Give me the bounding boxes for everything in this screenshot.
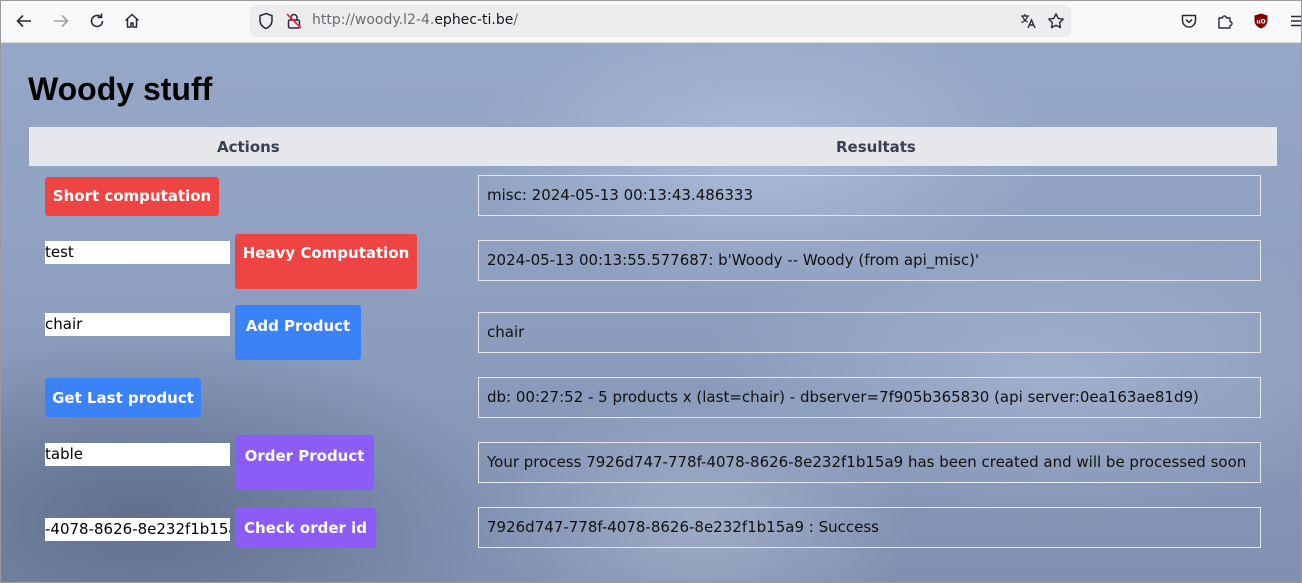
add-product-input[interactable] bbox=[45, 313, 230, 336]
order-product-button[interactable]: Order Product bbox=[235, 435, 374, 490]
heavy-computation-label: Heavy Computation bbox=[242, 244, 410, 262]
pocket-icon[interactable] bbox=[1177, 9, 1201, 33]
check-order-input[interactable] bbox=[45, 518, 230, 541]
shield-icon[interactable] bbox=[254, 9, 278, 33]
results-header: Resultats bbox=[836, 138, 916, 156]
check-order-button[interactable]: Check order id bbox=[235, 508, 376, 548]
order-product-label: Order Product bbox=[244, 447, 365, 465]
check-order-result: 7926d747-778f-4078-8626-8e232f1b15a9 : S… bbox=[478, 507, 1261, 548]
short-computation-button[interactable]: Short computation bbox=[45, 177, 219, 216]
order-product-input[interactable] bbox=[45, 443, 230, 466]
table-header: Actions Resultats bbox=[29, 127, 1277, 166]
url-text[interactable]: http://woody.l2-4.ephec-ti.be/ bbox=[312, 12, 518, 28]
forward-icon[interactable] bbox=[49, 9, 73, 33]
heavy-computation-result: 2024-05-13 00:13:55.577687: b'Woody -- W… bbox=[478, 240, 1261, 281]
page-title: Woody stuff bbox=[28, 71, 213, 107]
add-product-label: Add Product bbox=[245, 317, 351, 335]
order-product-result: Your process 7926d747-778f-4078-8626-8e2… bbox=[478, 442, 1261, 483]
url-prefix: http://woody.l2-4. bbox=[312, 12, 435, 28]
browser-window: http://woody.l2-4.ephec-ti.be/ uO Woody … bbox=[0, 0, 1302, 583]
back-icon[interactable] bbox=[12, 9, 36, 33]
get-last-product-button[interactable]: Get Last product bbox=[45, 378, 201, 417]
ublock-icon[interactable]: uO bbox=[1249, 9, 1273, 33]
browser-toolbar: http://woody.l2-4.ephec-ti.be/ uO bbox=[1, 1, 1301, 43]
url-domain: ephec-ti.be bbox=[434, 12, 514, 28]
short-computation-label: Short computation bbox=[52, 187, 212, 205]
insecure-lock-icon[interactable] bbox=[282, 9, 306, 33]
add-product-result: chair bbox=[478, 312, 1261, 353]
heavy-computation-button[interactable]: Heavy Computation bbox=[235, 234, 417, 289]
get-last-product-result: db: 00:27:52 - 5 products x (last=chair)… bbox=[478, 377, 1261, 418]
heavy-computation-input[interactable] bbox=[45, 241, 230, 264]
extensions-icon[interactable] bbox=[1213, 9, 1237, 33]
url-suffix: / bbox=[513, 12, 519, 28]
menu-icon[interactable] bbox=[1285, 9, 1301, 33]
reload-icon[interactable] bbox=[85, 9, 109, 33]
home-icon[interactable] bbox=[120, 9, 144, 33]
add-product-button[interactable]: Add Product bbox=[235, 305, 361, 360]
short-computation-result: misc: 2024-05-13 00:13:43.486333 bbox=[478, 175, 1261, 216]
svg-text:uO: uO bbox=[1256, 19, 1265, 26]
url-bar[interactable]: http://woody.l2-4.ephec-ti.be/ bbox=[250, 5, 1071, 37]
get-last-product-label: Get Last product bbox=[52, 389, 194, 407]
bookmark-star-icon[interactable] bbox=[1044, 9, 1068, 33]
check-order-label: Check order id bbox=[243, 519, 368, 537]
actions-header: Actions bbox=[217, 138, 280, 156]
page-content: Woody stuff Actions Resultats Short comp… bbox=[1, 43, 1301, 582]
translate-icon[interactable] bbox=[1016, 9, 1040, 33]
